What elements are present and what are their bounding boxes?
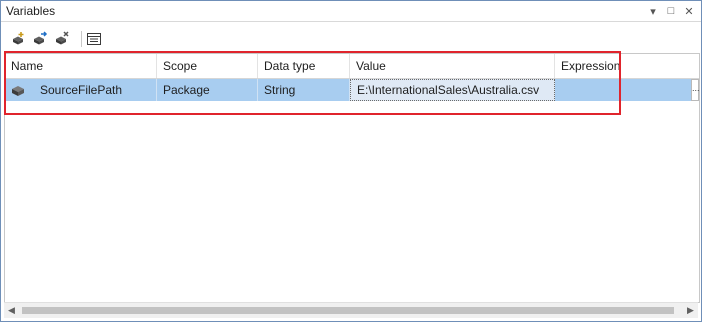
delete-variable-icon[interactable] [53,30,71,48]
cell-scope[interactable]: Package [157,79,258,101]
column-header-name[interactable]: Name [5,54,157,78]
cell-value[interactable]: E:\InternationalSales\Australia.csv [350,79,555,101]
column-header-data-type[interactable]: Data type [258,54,350,78]
add-variable-icon[interactable] [9,30,27,48]
grid-options-icon[interactable] [85,30,103,48]
cell-name[interactable]: SourceFilePath [5,79,157,101]
grid-header: Name Scope Data type Value Expression [5,54,699,79]
table-row[interactable]: SourceFilePath Package String E:\Interna… [5,79,691,101]
scroll-left-icon[interactable]: ◀ [4,303,19,318]
close-icon[interactable]: ✕ [681,3,697,19]
variables-grid: Name Scope Data type Value Expression So… [4,53,700,303]
column-header-scope[interactable]: Scope [157,54,258,78]
scrollbar-thumb[interactable] [22,307,674,314]
title-bar: Variables ▾ □ ✕ [1,1,701,22]
cell-data-type[interactable]: String [258,79,350,101]
scroll-right-icon[interactable]: ▶ [683,303,698,318]
maximize-icon[interactable]: □ [663,3,679,19]
column-header-value[interactable]: Value [350,54,555,78]
expression-builder-button[interactable]: ... [691,79,699,101]
cell-expression[interactable] [555,79,691,101]
window-title: Variables [6,4,56,18]
move-variable-icon[interactable] [31,30,49,48]
toolbar-separator [81,31,82,47]
horizontal-scrollbar[interactable]: ◀ ▶ [4,302,698,318]
variables-window: Variables ▾ □ ✕ Name Scope Data type Val… [0,0,702,322]
column-header-expression[interactable]: Expression [555,54,695,78]
title-buttons: ▾ □ ✕ [645,3,697,19]
toolbar [1,28,701,50]
variable-icon [11,83,25,97]
variable-name: SourceFilePath [40,83,123,97]
dropdown-icon[interactable]: ▾ [645,3,661,19]
